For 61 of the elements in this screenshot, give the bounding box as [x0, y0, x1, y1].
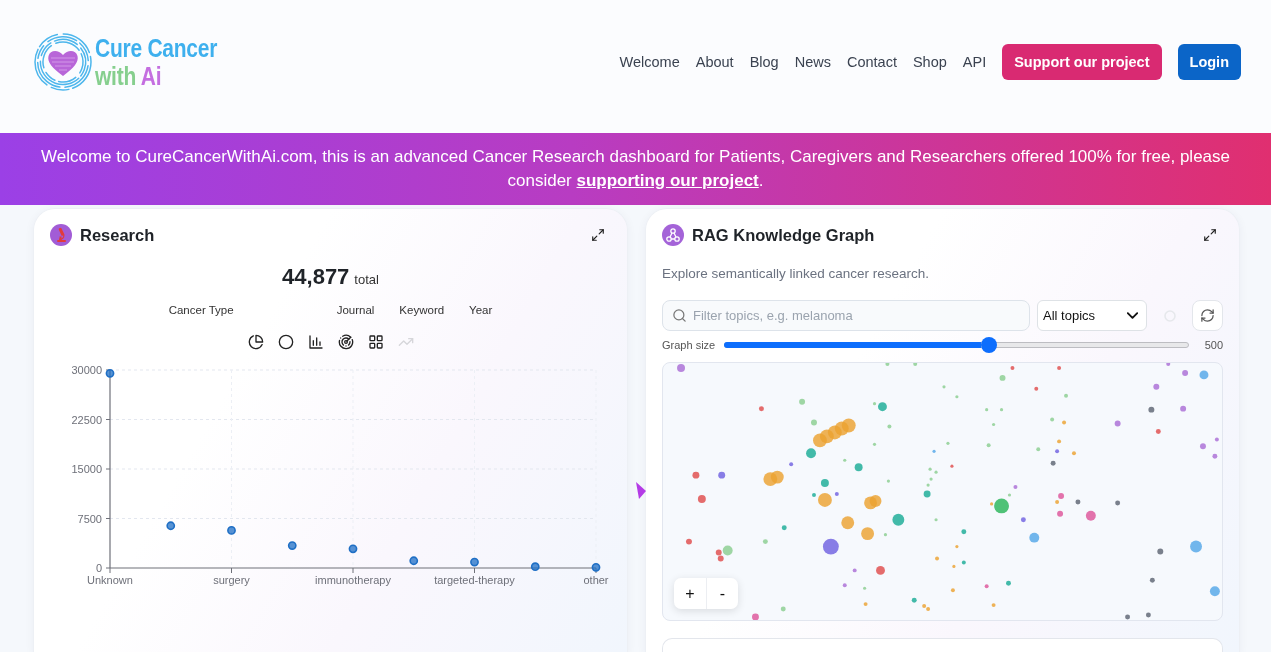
- topic-select[interactable]: All topics: [1037, 300, 1147, 331]
- nav-link[interactable]: Welcome: [619, 54, 680, 70]
- data-point: [166, 521, 176, 531]
- x-axis-label: surgery: [213, 574, 250, 586]
- card-title: RAG Knowledge Graph: [692, 225, 875, 245]
- x-axis-label: other: [583, 574, 609, 586]
- total-count: 44,877: [282, 263, 350, 291]
- support-button[interactable]: Support our project: [1002, 44, 1162, 80]
- logo-title: Cure Cancer: [95, 34, 218, 62]
- bar-chart-icon: [307, 334, 324, 350]
- data-point: [409, 556, 419, 566]
- microscope-icon: [50, 224, 72, 246]
- search-icon: [672, 308, 687, 323]
- total-label: total: [354, 272, 379, 287]
- card-description: Explore semantically linked cancer research.: [662, 265, 930, 283]
- tab[interactable]: Journal: [336, 302, 375, 318]
- filter-input[interactable]: Filter topics, e.g. melanoma: [662, 300, 1030, 331]
- welcome-message: Welcome to CureCancerWithAi.com, this is an advanced Cancer Research dashboard for Patients, Caregivers and Researchers offered 100% for free, please consider supporting our project.: [40, 146, 1231, 192]
- x-axis-label: immunotherapy: [315, 574, 391, 586]
- y-axis-label: 7500: [77, 512, 102, 525]
- support-link[interactable]: supporting our project: [576, 171, 759, 190]
- nav-link[interactable]: Blog: [749, 54, 779, 70]
- data-point: [530, 562, 540, 572]
- pointer-icon: [636, 482, 646, 499]
- data-point: [287, 541, 297, 550]
- data-point: [105, 368, 115, 378]
- tab[interactable]: Keyword: [399, 302, 445, 318]
- y-axis-label: 15000: [71, 463, 102, 475]
- card-title: Research: [80, 225, 155, 245]
- data-point: [227, 526, 236, 535]
- network-icon: [662, 224, 684, 246]
- login-button[interactable]: Login: [1177, 44, 1241, 80]
- nav-link[interactable]: Shop: [912, 54, 947, 70]
- x-axis-label: targeted-therapy: [434, 574, 515, 586]
- expand-icon[interactable]: [1203, 228, 1217, 242]
- tab[interactable]: Cancer Type: [168, 302, 234, 318]
- slider-label: Graph size: [662, 339, 716, 351]
- slider-thumb[interactable]: [980, 337, 997, 353]
- nav-link[interactable]: API: [962, 54, 987, 70]
- nav-link[interactable]: About: [695, 54, 734, 70]
- logo-tagline: with Ai: [95, 62, 162, 90]
- tab[interactable]: Year: [469, 302, 493, 318]
- x-axis-label: Unknown: [87, 574, 133, 586]
- nav-link[interactable]: Contact: [846, 54, 897, 70]
- pie-chart-icon: [247, 334, 264, 350]
- heart-logo-icon: [33, 31, 93, 93]
- chevron-down-icon: [1127, 312, 1138, 319]
- refresh-icon: [1200, 308, 1215, 323]
- refresh-button[interactable]: [1192, 300, 1223, 331]
- y-axis-label: 0: [95, 562, 102, 574]
- data-point: [591, 562, 601, 572]
- ring-icon: [277, 334, 294, 350]
- data-point: [470, 557, 479, 567]
- slider-value: 500: [1204, 339, 1223, 351]
- data-point: [348, 544, 358, 554]
- y-axis-label: 30000: [71, 364, 102, 376]
- expand-icon[interactable]: [591, 228, 605, 242]
- radar-icon: [337, 334, 354, 350]
- grid-icon: [367, 334, 384, 350]
- nav-link[interactable]: News: [794, 54, 831, 70]
- y-axis-label: 22500: [71, 413, 102, 426]
